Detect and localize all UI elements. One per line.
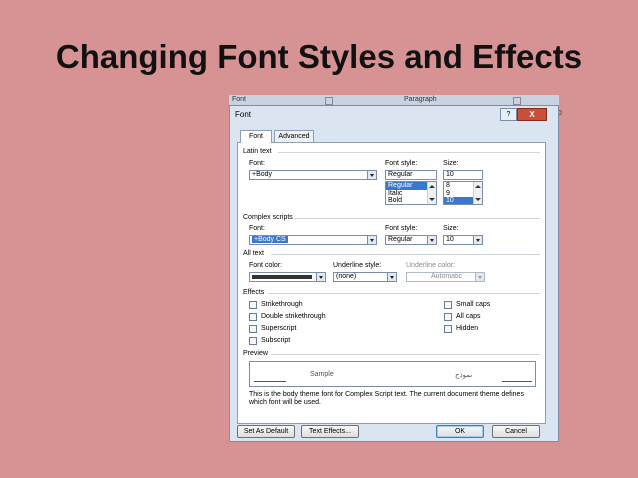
- preview-label: Preview: [243, 350, 268, 357]
- separator: [278, 152, 540, 153]
- hidden-label: Hidden: [456, 325, 479, 332]
- font-dialog: Font ? X Font Advanced Latin text Font: …: [229, 105, 559, 442]
- font-dialog-launcher-icon[interactable]: [325, 97, 333, 105]
- close-button[interactable]: X: [517, 108, 547, 121]
- complex-font-value: +Body CS: [252, 236, 288, 243]
- complex-style-value: Regular: [388, 236, 413, 243]
- small-caps-checkbox[interactable]: [444, 301, 452, 309]
- paragraph-dialog-launcher-icon[interactable]: [513, 97, 521, 105]
- ribbon-group-paragraph: Paragraph: [404, 96, 437, 103]
- latin-style-list[interactable]: Regular Italic Bold: [385, 181, 437, 205]
- complex-font-label: Font:: [249, 225, 265, 232]
- hidden-checkbox[interactable]: [444, 325, 452, 333]
- dialog-titlebar[interactable]: Font ? X: [230, 106, 558, 122]
- ribbon-group-font: Font: [232, 96, 247, 103]
- set-as-default-button[interactable]: Set As Default: [237, 425, 295, 438]
- latin-font-dropdown[interactable]: +Body: [249, 170, 377, 180]
- complex-font-dropdown[interactable]: +Body CS: [249, 235, 377, 245]
- latin-style-input[interactable]: Regular: [385, 170, 437, 180]
- tab-advanced[interactable]: Advanced: [274, 130, 314, 142]
- double-strikethrough-checkbox[interactable]: [249, 313, 257, 321]
- complex-size-value: 10: [446, 236, 454, 243]
- preview-sample-text: Sample: [310, 371, 334, 378]
- chevron-down-icon[interactable]: [367, 236, 376, 244]
- complex-style-dropdown[interactable]: Regular: [385, 235, 437, 245]
- underline-color-dropdown: Automatic: [406, 272, 485, 282]
- strikethrough-label: Strikethrough: [261, 301, 303, 308]
- latin-style-label: Font style:: [385, 160, 418, 167]
- ok-button[interactable]: OK: [436, 425, 484, 438]
- chevron-down-icon[interactable]: [473, 236, 482, 244]
- cancel-button[interactable]: Cancel: [492, 425, 540, 438]
- superscript-label: Superscript: [261, 325, 297, 332]
- subscript-checkbox[interactable]: [249, 337, 257, 345]
- latin-size-value: 10: [446, 171, 454, 178]
- preview-box: Sample نموذج: [249, 361, 536, 387]
- preview-description: This is the body theme font for Complex …: [249, 391, 524, 406]
- underline-color-label: Underline color:: [406, 262, 456, 269]
- chevron-down-icon[interactable]: [316, 273, 325, 281]
- dialog-title: Font: [235, 110, 252, 119]
- all-caps-checkbox[interactable]: [444, 313, 452, 321]
- font-tab-panel: Latin text Font: +Body Font style: Regul…: [237, 142, 546, 424]
- chevron-down-icon: [475, 273, 484, 281]
- slide-title: Changing Font Styles and Effects: [55, 38, 583, 75]
- latin-size-list[interactable]: 8 9 10: [443, 181, 483, 205]
- chevron-down-icon[interactable]: [427, 236, 436, 244]
- underline-style-value: (none): [336, 273, 357, 280]
- tab-font[interactable]: Font: [240, 130, 272, 143]
- latin-size-label: Size:: [443, 160, 459, 167]
- chevron-down-icon[interactable]: [387, 273, 396, 281]
- complex-scripts-label: Complex scripts: [243, 214, 293, 221]
- scroll-up-icon[interactable]: [475, 185, 481, 188]
- complex-size-dropdown[interactable]: 10: [443, 235, 483, 245]
- latin-size-input[interactable]: 10: [443, 170, 483, 180]
- chevron-down-icon[interactable]: [367, 171, 376, 179]
- text-effects-button[interactable]: Text Effects...: [301, 425, 359, 438]
- scroll-down-icon[interactable]: [429, 198, 435, 201]
- latin-font-value: +Body: [252, 171, 273, 178]
- separator: [271, 254, 540, 255]
- latin-font-label: Font:: [249, 160, 265, 167]
- preview-sample-arabic: نموذج: [455, 372, 473, 379]
- scroll-up-icon[interactable]: [429, 185, 435, 188]
- effects-label: Effects: [243, 289, 265, 296]
- all-caps-label: All caps: [456, 313, 481, 320]
- double-strikethrough-label: Double strikethrough: [261, 313, 326, 320]
- preview-baseline: [254, 381, 286, 382]
- all-text-label: All text: [243, 250, 265, 257]
- underline-style-dropdown[interactable]: (none): [333, 272, 397, 282]
- separator: [271, 354, 540, 355]
- superscript-checkbox[interactable]: [249, 325, 257, 333]
- latin-style-value: Regular: [388, 171, 413, 178]
- font-color-dropdown[interactable]: [249, 272, 326, 282]
- preview-baseline: [502, 381, 532, 382]
- scrollbar[interactable]: [473, 182, 482, 204]
- underline-style-label: Underline style:: [333, 262, 382, 269]
- separator: [268, 293, 540, 294]
- complex-style-label: Font style:: [385, 225, 418, 232]
- separator: [294, 218, 540, 219]
- font-color-swatch: [252, 275, 312, 279]
- subscript-label: Subscript: [261, 337, 291, 344]
- strikethrough-checkbox[interactable]: [249, 301, 257, 309]
- complex-size-label: Size:: [443, 225, 459, 232]
- scrollbar[interactable]: [427, 182, 436, 204]
- latin-text-label: Latin text: [243, 148, 272, 155]
- scroll-down-icon[interactable]: [475, 198, 481, 201]
- font-color-label: Font color:: [249, 262, 283, 269]
- underline-color-value: Automatic: [430, 273, 463, 280]
- help-button[interactable]: ?: [500, 108, 517, 121]
- small-caps-label: Small caps: [456, 301, 491, 308]
